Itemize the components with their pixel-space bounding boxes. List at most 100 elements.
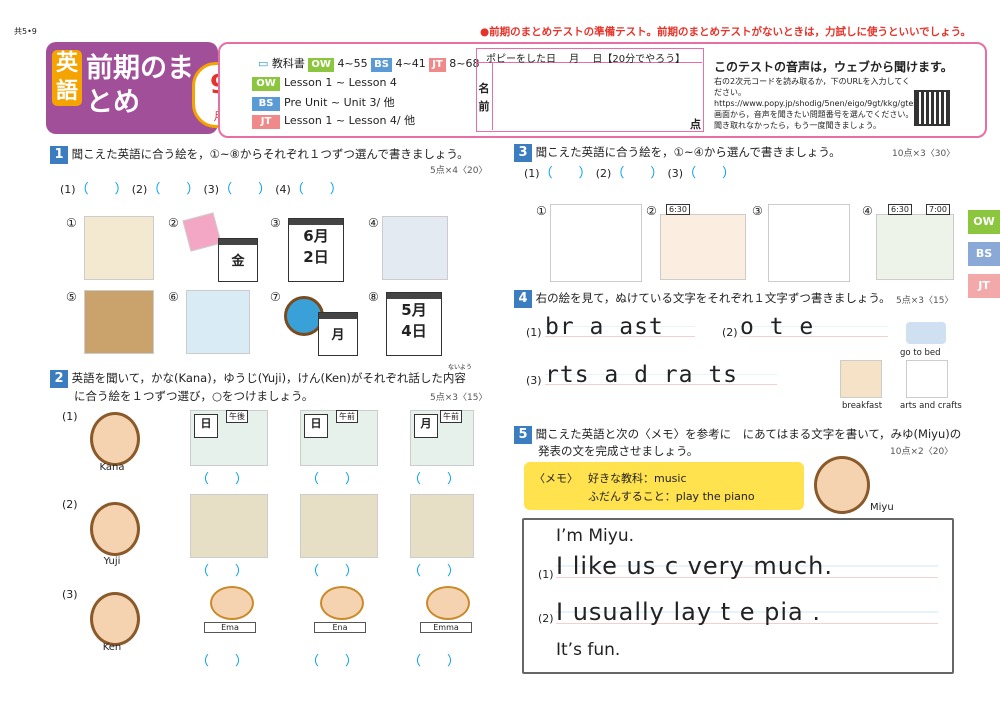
clock-card: 6:30 — [888, 204, 912, 215]
pic-number: ② — [168, 216, 179, 230]
calendar-card: 5月 4日 — [386, 292, 442, 356]
answer-paren[interactable]: （ ） — [408, 468, 460, 487]
answer-paren[interactable]: （ ） — [306, 650, 358, 669]
word-line-go-to-bed[interactable]: o t e — [740, 314, 888, 344]
jt-badge: JT — [429, 58, 446, 72]
q1-text: 聞こえた英語に合う絵を，①~⑧からそれぞれ１つずつ選んで書きましょう。 — [71, 147, 469, 161]
answer-paren[interactable]: （ ） — [408, 650, 460, 669]
clock-card: 7:00 — [926, 204, 950, 215]
answer-label: (2) — [131, 183, 148, 196]
calendar-card: 金 — [218, 238, 258, 282]
answer-label: (1) — [60, 183, 76, 196]
ken-name: Ken — [102, 642, 122, 653]
pic-number: ② — [646, 204, 657, 218]
row-label: (2) — [722, 326, 738, 339]
lesson-text: Lesson 1 ~ Lesson 4/ 他 — [284, 114, 416, 127]
q4-points: 5点×3〈15〉 — [896, 296, 954, 306]
q1-answers[interactable]: (1)（ ） (2)（ ） (3)（ ） (4)（ ） — [60, 178, 343, 197]
answer-paren[interactable]: （ ） — [196, 468, 248, 487]
book-icon: ▭ — [258, 57, 269, 70]
pic-breakfast — [660, 214, 746, 280]
ruby: ないよう — [448, 364, 472, 371]
q5-points: 10点×2〈20〉 — [890, 447, 954, 457]
q4-heading: 4 右の絵を見て，ぬけている文字をそれぞれ１文字ずつ書きましょう。 — [514, 290, 891, 308]
qr-code-icon[interactable] — [914, 90, 950, 126]
bs-range: 4~41 — [395, 57, 426, 70]
word-line-breakfast[interactable]: br a ast — [545, 314, 695, 344]
clock-card: 6:30 — [666, 204, 690, 215]
name-sign: Ena — [314, 622, 366, 633]
speech-line: I’m Miyu. — [556, 526, 635, 546]
jt-range: 8~68 — [449, 57, 480, 70]
q4-text: 右の絵を見て，ぬけている文字をそれぞれ１文字ずつ書きましょう。 — [535, 291, 891, 305]
memo-line: 好きな教科：music — [588, 472, 687, 485]
row-label: (1) — [62, 410, 78, 423]
time-card: 午前 — [336, 410, 358, 423]
q2-number: 2 — [50, 370, 68, 388]
q5-heading: 5 聞こえた英語と次の〈メモ〉を参考に にあてはまる文字を書いて，みゆ(Miyu… — [514, 426, 961, 444]
memo-title: 〈メモ〉 — [534, 472, 578, 485]
page-title: 前期のまとめ — [86, 53, 194, 118]
tab-ow[interactable]: OW — [968, 210, 1000, 234]
q5-text2: 発表の文を完成させましょう。 — [538, 444, 699, 458]
memo-note: 〈メモ〉 好きな教科：music ふだんすること：play the piano — [524, 462, 804, 510]
notice: ●前期のまとめテストの準備テスト。前期のまとめテストがないときは，力試しに使うと… — [480, 26, 972, 38]
pic-bedroom — [382, 216, 448, 280]
lesson-tag: BS — [252, 97, 280, 111]
pic-number: ⑦ — [270, 290, 281, 304]
answer-label: (4) — [275, 183, 291, 196]
answer-paren[interactable]: （ ） — [408, 560, 460, 579]
tab-bs[interactable]: BS — [968, 242, 1000, 266]
kana-avatar — [90, 412, 140, 466]
answer-label: (3) — [203, 183, 220, 196]
day-card: 月 — [414, 414, 438, 438]
calendar-text: 金 — [231, 254, 245, 269]
q3-points: 10点×3〈30〉 — [892, 149, 956, 159]
row-label: (2) — [62, 498, 78, 511]
pic-number: ① — [66, 216, 77, 230]
kana-name: Kana — [99, 462, 125, 473]
lesson-text: Pre Unit ~ Unit 3/ 他 — [284, 96, 395, 109]
yuji-avatar — [90, 502, 140, 556]
q2-grid: 日 午後 日 午前 月 午前 （ ） （ ） （ ） （ ） （ ） （ ） E… — [190, 410, 474, 674]
q1-heading: 1 聞こえた英語に合う絵を，①~⑧からそれぞれ１つずつ選んで書きましょう。 — [50, 146, 469, 164]
ow-badge: OW — [308, 58, 334, 72]
speech-line-music[interactable]: I like us c very much. — [556, 552, 938, 586]
row-label: (3) — [62, 588, 78, 601]
pic-option — [190, 494, 268, 558]
pic-number: ④ — [368, 216, 379, 230]
q1-points: 5点×4〈20〉 — [430, 166, 488, 176]
memo-line: ふだんすること：play the piano — [588, 490, 755, 503]
ow-range: 4~55 — [337, 57, 368, 70]
textbook-label: 教科書 — [271, 57, 305, 70]
girl-icon — [426, 586, 470, 620]
word-line-arts-and-crafts[interactable]: rts a d ra ts — [545, 362, 777, 392]
q3-number: 3 — [514, 144, 532, 162]
pic-number: ④ — [862, 204, 873, 218]
pic-friends — [186, 290, 250, 354]
caption: arts and crafts — [900, 401, 962, 411]
girl-icon — [320, 586, 364, 620]
answer-paren[interactable]: （ ） — [306, 560, 358, 579]
q4-number: 4 — [514, 290, 532, 308]
row-label: (3) — [526, 374, 542, 387]
answer-paren[interactable]: （ ） — [306, 468, 358, 487]
q3-text: 聞こえた英語に合う絵を，①~④から選んで書きましょう。 — [535, 145, 841, 159]
pic-number: ⑤ — [66, 290, 77, 304]
speech-line-piano[interactable]: I usually lay t e pia . — [556, 598, 938, 632]
bed-icon — [906, 322, 946, 344]
calendar-text: 5月 — [401, 301, 427, 319]
q2-points: 5点×3〈15〉 — [430, 393, 488, 403]
miyu-avatar — [814, 456, 870, 514]
q3-answers[interactable]: (1)（ ） (2)（ ） (3)（ ） — [524, 162, 735, 181]
textbook-ranges: ▭ 教科書 OW 4~55 BS 4~41 JT 8~68 — [258, 55, 479, 72]
pic-option — [300, 494, 378, 558]
tab-jt[interactable]: JT — [968, 274, 1000, 298]
q5-number: 5 — [514, 426, 532, 444]
lesson-bs: BS Pre Unit ~ Unit 3/ 他 — [252, 94, 395, 111]
row-label: (1) — [526, 326, 542, 339]
answer-paren[interactable]: （ ） — [196, 650, 248, 669]
points-label: 点 — [690, 118, 701, 131]
answer-label: (1) — [524, 167, 540, 180]
answer-paren[interactable]: （ ） — [196, 560, 248, 579]
